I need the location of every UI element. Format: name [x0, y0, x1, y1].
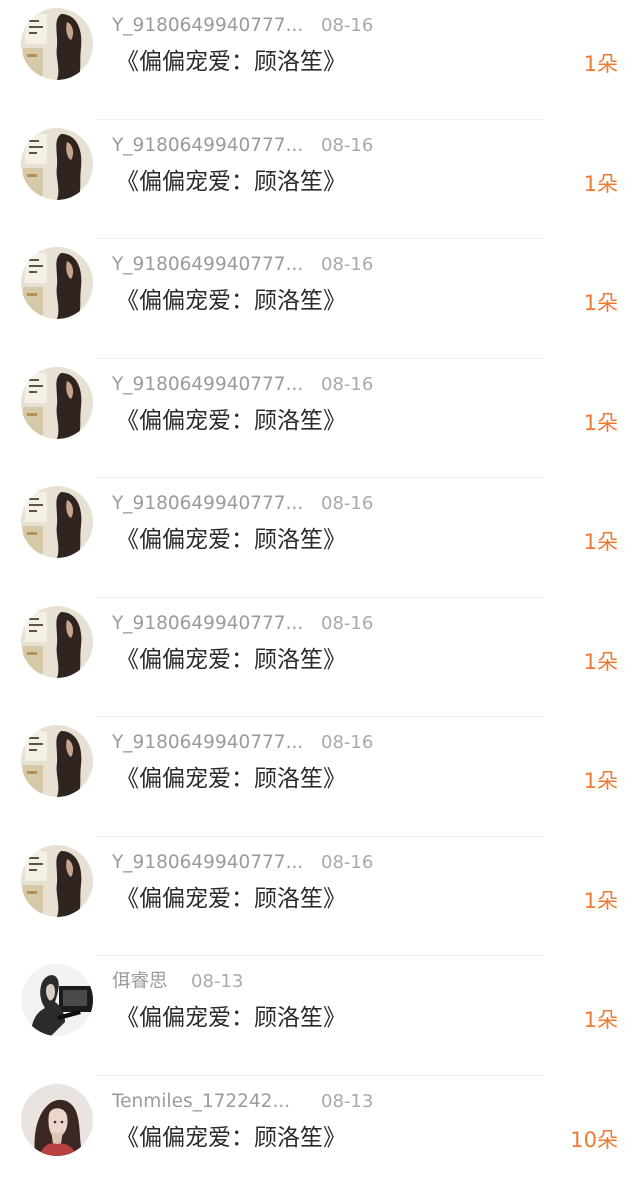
user-avatar[interactable] [21, 367, 93, 439]
list-item[interactable]: Y_9180649940777... 08-16 《偏偏宠爱：顾洛笙》 1朵 [0, 837, 640, 957]
date-label: 08-13 [191, 970, 243, 994]
reward-list: Y_9180649940777... 08-16 《偏偏宠爱：顾洛笙》 1朵 Y… [0, 0, 640, 1178]
book-title[interactable]: 《偏偏宠爱：顾洛笙》 [116, 644, 346, 676]
username[interactable]: Y_9180649940777... [112, 851, 307, 875]
username[interactable]: Y_9180649940777... [112, 14, 307, 38]
book-title[interactable]: 《偏偏宠爱：顾洛笙》 [116, 883, 346, 915]
username[interactable]: Y_9180649940777... [112, 612, 307, 636]
user-avatar[interactable] [21, 606, 93, 678]
list-item[interactable]: Y_9180649940777... 08-16 《偏偏宠爱：顾洛笙》 1朵 [0, 120, 640, 240]
flower-amount: 1朵 [584, 49, 618, 79]
flower-amount: 1朵 [584, 408, 618, 438]
book-title[interactable]: 《偏偏宠爱：顾洛笙》 [116, 46, 346, 78]
flower-amount: 1朵 [584, 766, 618, 796]
user-avatar[interactable] [21, 725, 93, 797]
list-item[interactable]: Y_9180649940777... 08-16 《偏偏宠爱：顾洛笙》 1朵 [0, 359, 640, 479]
date-label: 08-16 [321, 253, 373, 277]
book-title[interactable]: 《偏偏宠爱：顾洛笙》 [116, 285, 346, 317]
list-item[interactable]: Tenmiles_172242... 08-13 《偏偏宠爱：顾洛笙》 10朵 [0, 1076, 640, 1195]
user-avatar[interactable] [21, 964, 93, 1036]
flower-amount: 1朵 [584, 886, 618, 916]
list-item[interactable]: Y_9180649940777... 08-16 《偏偏宠爱：顾洛笙》 1朵 [0, 598, 640, 718]
user-avatar[interactable] [21, 845, 93, 917]
date-label: 08-16 [321, 492, 373, 516]
flower-amount: 1朵 [584, 527, 618, 557]
user-avatar[interactable] [21, 8, 93, 80]
list-item[interactable]: Y_9180649940777... 08-16 《偏偏宠爱：顾洛笙》 1朵 [0, 239, 640, 359]
username[interactable]: Tenmiles_172242... [112, 1090, 307, 1114]
username[interactable]: Y_9180649940777... [112, 373, 307, 397]
flower-amount: 1朵 [584, 647, 618, 677]
list-item[interactable]: Y_9180649940777... 08-16 《偏偏宠爱：顾洛笙》 1朵 [0, 717, 640, 837]
username[interactable]: Y_9180649940777... [112, 492, 307, 516]
book-title[interactable]: 《偏偏宠爱：顾洛笙》 [116, 405, 346, 437]
date-label: 08-16 [321, 612, 373, 636]
flower-amount: 1朵 [584, 1005, 618, 1035]
book-title[interactable]: 《偏偏宠爱：顾洛笙》 [116, 524, 346, 556]
username[interactable]: Y_9180649940777... [112, 731, 307, 755]
book-title[interactable]: 《偏偏宠爱：顾洛笙》 [116, 166, 346, 198]
list-item[interactable]: Y_9180649940777... 08-16 《偏偏宠爱：顾洛笙》 1朵 [0, 0, 640, 120]
flower-amount: 1朵 [584, 288, 618, 318]
user-avatar[interactable] [21, 1084, 93, 1156]
username[interactable]: Y_9180649940777... [112, 134, 307, 158]
flower-amount: 10朵 [570, 1125, 618, 1155]
date-label: 08-16 [321, 373, 373, 397]
user-avatar[interactable] [21, 247, 93, 319]
flower-amount: 1朵 [584, 169, 618, 199]
book-title[interactable]: 《偏偏宠爱：顾洛笙》 [116, 1122, 346, 1154]
list-item[interactable]: Y_9180649940777... 08-16 《偏偏宠爱：顾洛笙》 1朵 [0, 478, 640, 598]
date-label: 08-16 [321, 731, 373, 755]
list-item[interactable]: 佴睿思 08-13 《偏偏宠爱：顾洛笙》 1朵 [0, 956, 640, 1076]
book-title[interactable]: 《偏偏宠爱：顾洛笙》 [116, 763, 346, 795]
date-label: 08-16 [321, 14, 373, 38]
user-avatar[interactable] [21, 486, 93, 558]
user-avatar[interactable] [21, 128, 93, 200]
username[interactable]: Y_9180649940777... [112, 253, 307, 277]
date-label: 08-16 [321, 851, 373, 875]
book-title[interactable]: 《偏偏宠爱：顾洛笙》 [116, 1002, 346, 1034]
date-label: 08-16 [321, 134, 373, 158]
date-label: 08-13 [321, 1090, 373, 1114]
